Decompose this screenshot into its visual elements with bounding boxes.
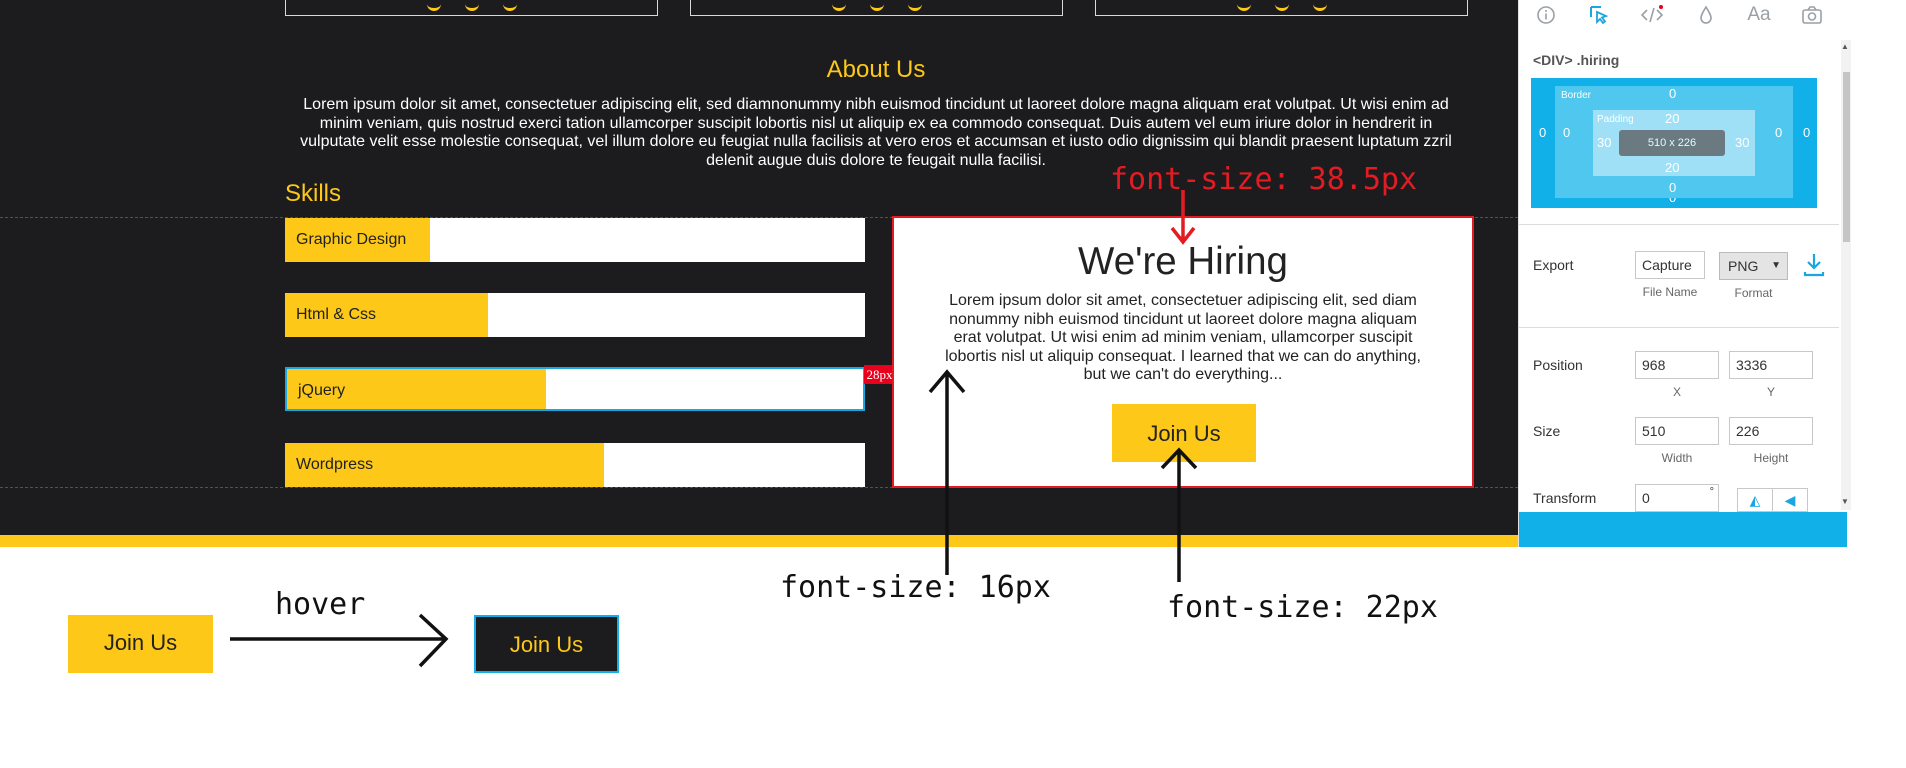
hover-annotation: hover — [275, 587, 366, 622]
join-us-demo-hover[interactable]: Join Us — [474, 615, 619, 673]
button-annotation-arrow — [1160, 447, 1198, 582]
title-font-annotation: font-size: 38.5px — [1110, 162, 1418, 197]
annotation-overlay — [230, 190, 1198, 668]
text-annotation-arrow — [928, 369, 966, 575]
join-us-demo-default[interactable]: Join Us — [68, 615, 213, 673]
button-font-annotation: font-size: 22px — [1167, 590, 1438, 625]
title-annotation-arrow — [1170, 190, 1196, 245]
hover-arrow — [230, 613, 449, 668]
body-font-annotation: font-size: 16px — [780, 570, 1051, 605]
